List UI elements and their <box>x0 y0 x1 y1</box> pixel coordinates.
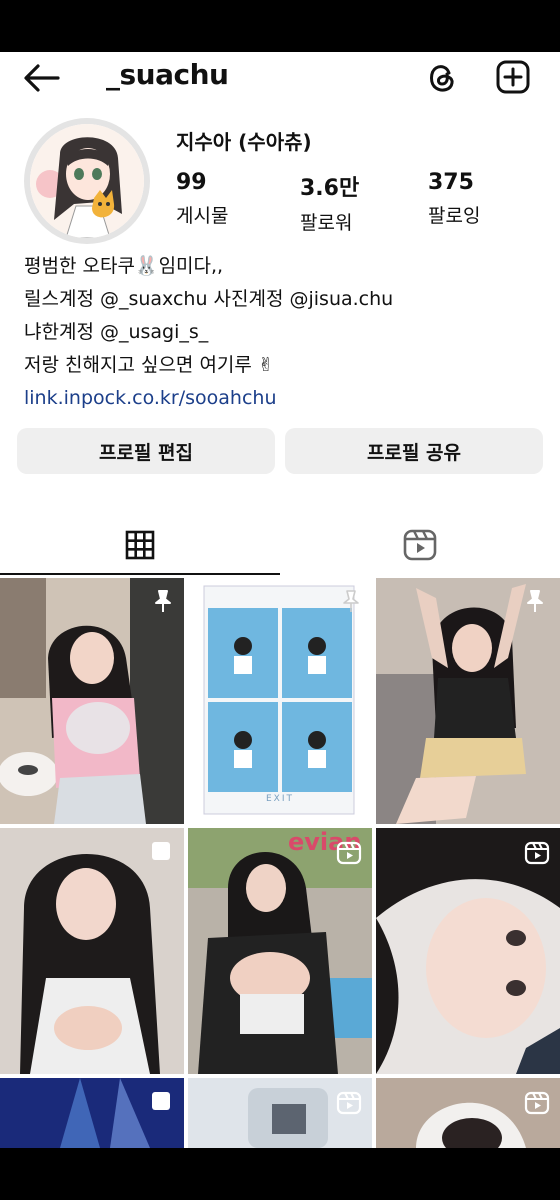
posts-grid: EXIT evian <box>0 578 560 1148</box>
followers-stat[interactable]: 3.6만 팔로워 <box>300 170 359 235</box>
bio-line[interactable]: 냐한계정 @_usagi_s_ <box>24 316 544 349</box>
followers-label: 팔로워 <box>300 212 353 234</box>
pin-icon <box>527 590 543 612</box>
reels-badge-icon <box>336 841 362 865</box>
followers-count: 3.6만 <box>300 176 360 201</box>
multi-photo-icon <box>152 842 170 860</box>
post-image <box>0 828 184 1074</box>
post-thumbnail[interactable] <box>0 1078 184 1148</box>
reels-badge-icon <box>524 841 550 865</box>
pin-icon <box>155 590 171 612</box>
bio-line: 저랑 친해지고 싶으면 여기루 ✌︎ <box>24 354 274 376</box>
post-thumbnail[interactable] <box>0 578 184 824</box>
avatar <box>30 124 144 238</box>
navigation-bar <box>0 1148 560 1200</box>
threads-icon <box>430 65 454 92</box>
share-profile-button[interactable]: 프로필 공유 <box>285 428 543 474</box>
post-image <box>376 578 560 824</box>
following-count: 375 <box>428 170 474 195</box>
profile-header: _suachu <box>0 52 560 104</box>
avatar-ring[interactable] <box>24 118 150 244</box>
post-thumbnail[interactable] <box>0 828 184 1074</box>
plus-square-icon <box>496 60 530 94</box>
following-stat[interactable]: 375 팔로잉 <box>428 170 480 228</box>
grid-icon <box>125 530 155 560</box>
edit-profile-button[interactable]: 프로필 편집 <box>17 428 275 474</box>
username: _suachu <box>106 58 229 91</box>
display-name: 지수아 (수아츄) <box>176 130 312 154</box>
multi-photo-icon <box>152 1092 170 1110</box>
pin-icon <box>343 590 359 612</box>
post-thumbnail[interactable] <box>188 1078 372 1148</box>
bio-line: 평범한 오타쿠🐰임미다,, <box>24 255 224 277</box>
back-button[interactable] <box>22 62 62 94</box>
active-tab-indicator <box>0 573 280 575</box>
bio: 평범한 오타쿠🐰임미다,, 릴스계정 @_suaxchu 사진계정 @jisua… <box>24 250 544 415</box>
threads-button[interactable] <box>424 60 460 96</box>
post-image <box>188 578 372 824</box>
reels-icon <box>403 529 437 561</box>
bio-line[interactable]: 릴스계정 @_suaxchu 사진계정 @jisua.chu <box>24 283 544 316</box>
profile-tabs <box>0 514 560 576</box>
avatar-illustration <box>30 124 144 238</box>
following-label: 팔로잉 <box>428 205 481 227</box>
posts-stat[interactable]: 99 게시물 <box>176 170 228 228</box>
tab-posts[interactable] <box>0 514 280 576</box>
post-thumbnail[interactable] <box>376 1078 560 1148</box>
create-button[interactable] <box>496 60 530 94</box>
reels-badge-icon <box>524 1091 550 1115</box>
poster-label: EXIT <box>265 794 294 804</box>
bio-link[interactable]: link.inpock.co.kr/sooahchu <box>24 382 544 415</box>
posts-count: 99 <box>176 170 207 195</box>
post-thumbnail[interactable] <box>376 578 560 824</box>
post-thumbnail[interactable]: EXIT <box>188 578 372 824</box>
post-thumbnail[interactable] <box>376 828 560 1074</box>
tab-reels[interactable] <box>280 514 560 576</box>
status-bar <box>0 0 560 52</box>
reels-badge-icon <box>336 1091 362 1115</box>
post-image <box>0 578 184 824</box>
post-thumbnail[interactable]: evian <box>188 828 372 1074</box>
posts-label: 게시물 <box>176 205 229 227</box>
arrow-left-icon <box>24 64 60 92</box>
